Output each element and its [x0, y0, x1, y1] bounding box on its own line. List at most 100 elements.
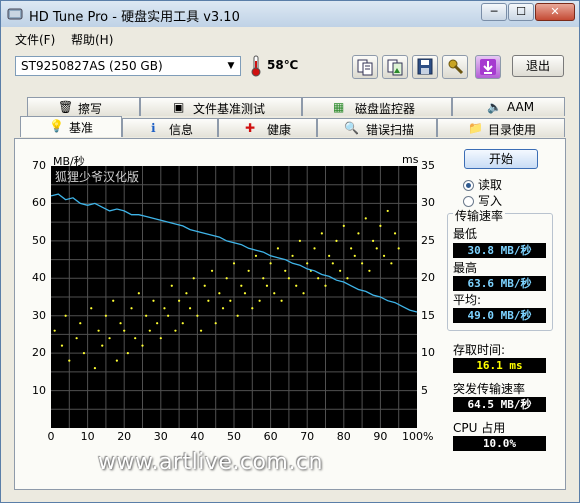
app-icon [7, 8, 23, 20]
y-left-tick-label: 20 [32, 346, 46, 360]
access-time-point [130, 307, 133, 310]
access-time-point [112, 299, 115, 302]
copy-screenshot-button[interactable] [382, 55, 408, 79]
access-time-point [97, 329, 100, 332]
access-time-point [364, 217, 367, 220]
tab-file-benchmark-label: 文件基准测试 [193, 102, 266, 116]
access-time-point [210, 269, 214, 272]
access-time-point [295, 284, 298, 287]
tab-disk-monitor[interactable]: ▦ 磁盘监控器 [302, 97, 452, 116]
access-time-point [298, 239, 301, 242]
copy-info-button[interactable] [352, 55, 378, 79]
access-time-point [393, 232, 397, 235]
min-label: 最低 [453, 227, 478, 241]
tab-error-scan-label: 错误扫描 [366, 123, 415, 137]
start-button[interactable]: 开始 [464, 149, 538, 169]
access-time-point [156, 322, 159, 325]
access-time-point [188, 307, 192, 310]
y-right-unit: ms [402, 153, 419, 166]
cpu-usage-label: CPU 占用 [453, 421, 506, 435]
access-time-point [115, 359, 118, 362]
tab-file-benchmark[interactable]: ▣ 文件基准测试 [140, 97, 302, 116]
access-time-point [199, 329, 203, 332]
access-time-point [331, 262, 334, 265]
access-time-point [361, 262, 364, 265]
tab-erase[interactable]: 🗑 擦写 [27, 97, 140, 116]
access-time-point [251, 307, 254, 310]
trash-icon: 🗑 [58, 100, 74, 114]
access-time-point [382, 254, 386, 257]
options-button[interactable] [442, 55, 468, 79]
speaker-icon: 🔈 [487, 100, 502, 114]
download-arrow-icon [480, 59, 496, 75]
access-time-point [254, 254, 258, 257]
access-time-point [181, 322, 184, 325]
access-time-point [108, 337, 111, 340]
access-time-point [306, 262, 309, 265]
tab-health-label: 健康 [267, 123, 292, 137]
save-button[interactable] [412, 55, 438, 79]
access-time-point [287, 277, 290, 280]
access-time-point [64, 314, 67, 317]
exit-button[interactable]: 退出 [512, 55, 564, 77]
minimize-button[interactable]: ─ [481, 3, 507, 21]
access-time-point [178, 299, 181, 302]
drive-select[interactable]: ST9250827AS (250 GB) ▼ [15, 56, 241, 76]
lightbulb-icon: 💡 [49, 119, 64, 133]
tab-info[interactable]: ℹ 信息 [122, 118, 218, 137]
wrench-icon [448, 59, 464, 75]
access-time-point [170, 284, 173, 287]
copy-image-icon [387, 59, 403, 76]
tab-info-label: 信息 [169, 123, 194, 137]
x-tick-label: 60 [263, 430, 278, 443]
access-time-point [53, 329, 56, 332]
drive-select-value: ST9250827AS (250 GB) [21, 59, 163, 73]
menu-file[interactable]: 文件(F) [15, 31, 55, 48]
access-time-point [123, 329, 126, 332]
access-time-point [236, 314, 239, 317]
y-left-tick-label: 50 [32, 233, 46, 247]
access-time-point [185, 292, 188, 295]
radio-read-dot [463, 180, 474, 191]
radio-read[interactable]: 读取 [463, 176, 502, 193]
access-time-point [353, 254, 356, 257]
access-time-point [159, 337, 162, 340]
download-button[interactable] [475, 55, 501, 79]
burst-rate-label: 突发传输速率 [453, 382, 526, 396]
access-time-point [371, 239, 375, 242]
title-bar[interactable]: HD Tune Pro - 硬盘实用工具 v3.10 ─ ☐ ✕ [1, 1, 579, 27]
access-time-point [229, 299, 232, 302]
access-time-point [375, 247, 378, 250]
menu-help[interactable]: 帮助(H) [71, 31, 113, 48]
access-time-point [145, 314, 148, 317]
tab-benchmark[interactable]: 💡 基准 [20, 116, 122, 137]
access-time-point [163, 307, 166, 310]
access-time-point [265, 284, 269, 287]
access-time-point [104, 314, 107, 317]
y-left-tick-label: 70 [32, 159, 46, 172]
access-time-point [243, 292, 247, 295]
maximize-button[interactable]: ☐ [508, 3, 534, 21]
access-time-point [148, 329, 151, 332]
access-time-point [276, 247, 280, 250]
avg-value: 49.0 MB/秒 [453, 308, 546, 323]
tab-health[interactable]: ✚ 健康 [218, 118, 317, 137]
access-time-point [350, 247, 353, 250]
access-time-point [247, 269, 250, 272]
access-time-point [196, 314, 199, 317]
tab-aam-label: AAM [507, 100, 535, 114]
access-time-point [284, 269, 287, 272]
tab-folder-usage[interactable]: 📁 目录使用 [437, 118, 565, 137]
close-button[interactable]: ✕ [535, 3, 575, 21]
access-time-point [232, 262, 236, 265]
max-value: 63.6 MB/秒 [453, 276, 546, 291]
x-tick-label: 0 [47, 430, 55, 443]
access-time-point [137, 292, 140, 295]
tab-aam[interactable]: 🔈 AAM [452, 97, 565, 116]
benchmark-chart-svg [51, 166, 417, 428]
tab-error-scan[interactable]: 🔍 错误扫描 [317, 118, 437, 137]
tab-benchmark-label: 基准 [69, 121, 94, 135]
access-time-point [141, 344, 144, 347]
radio-read-label: 读取 [478, 178, 503, 192]
access-time-point [269, 262, 272, 265]
